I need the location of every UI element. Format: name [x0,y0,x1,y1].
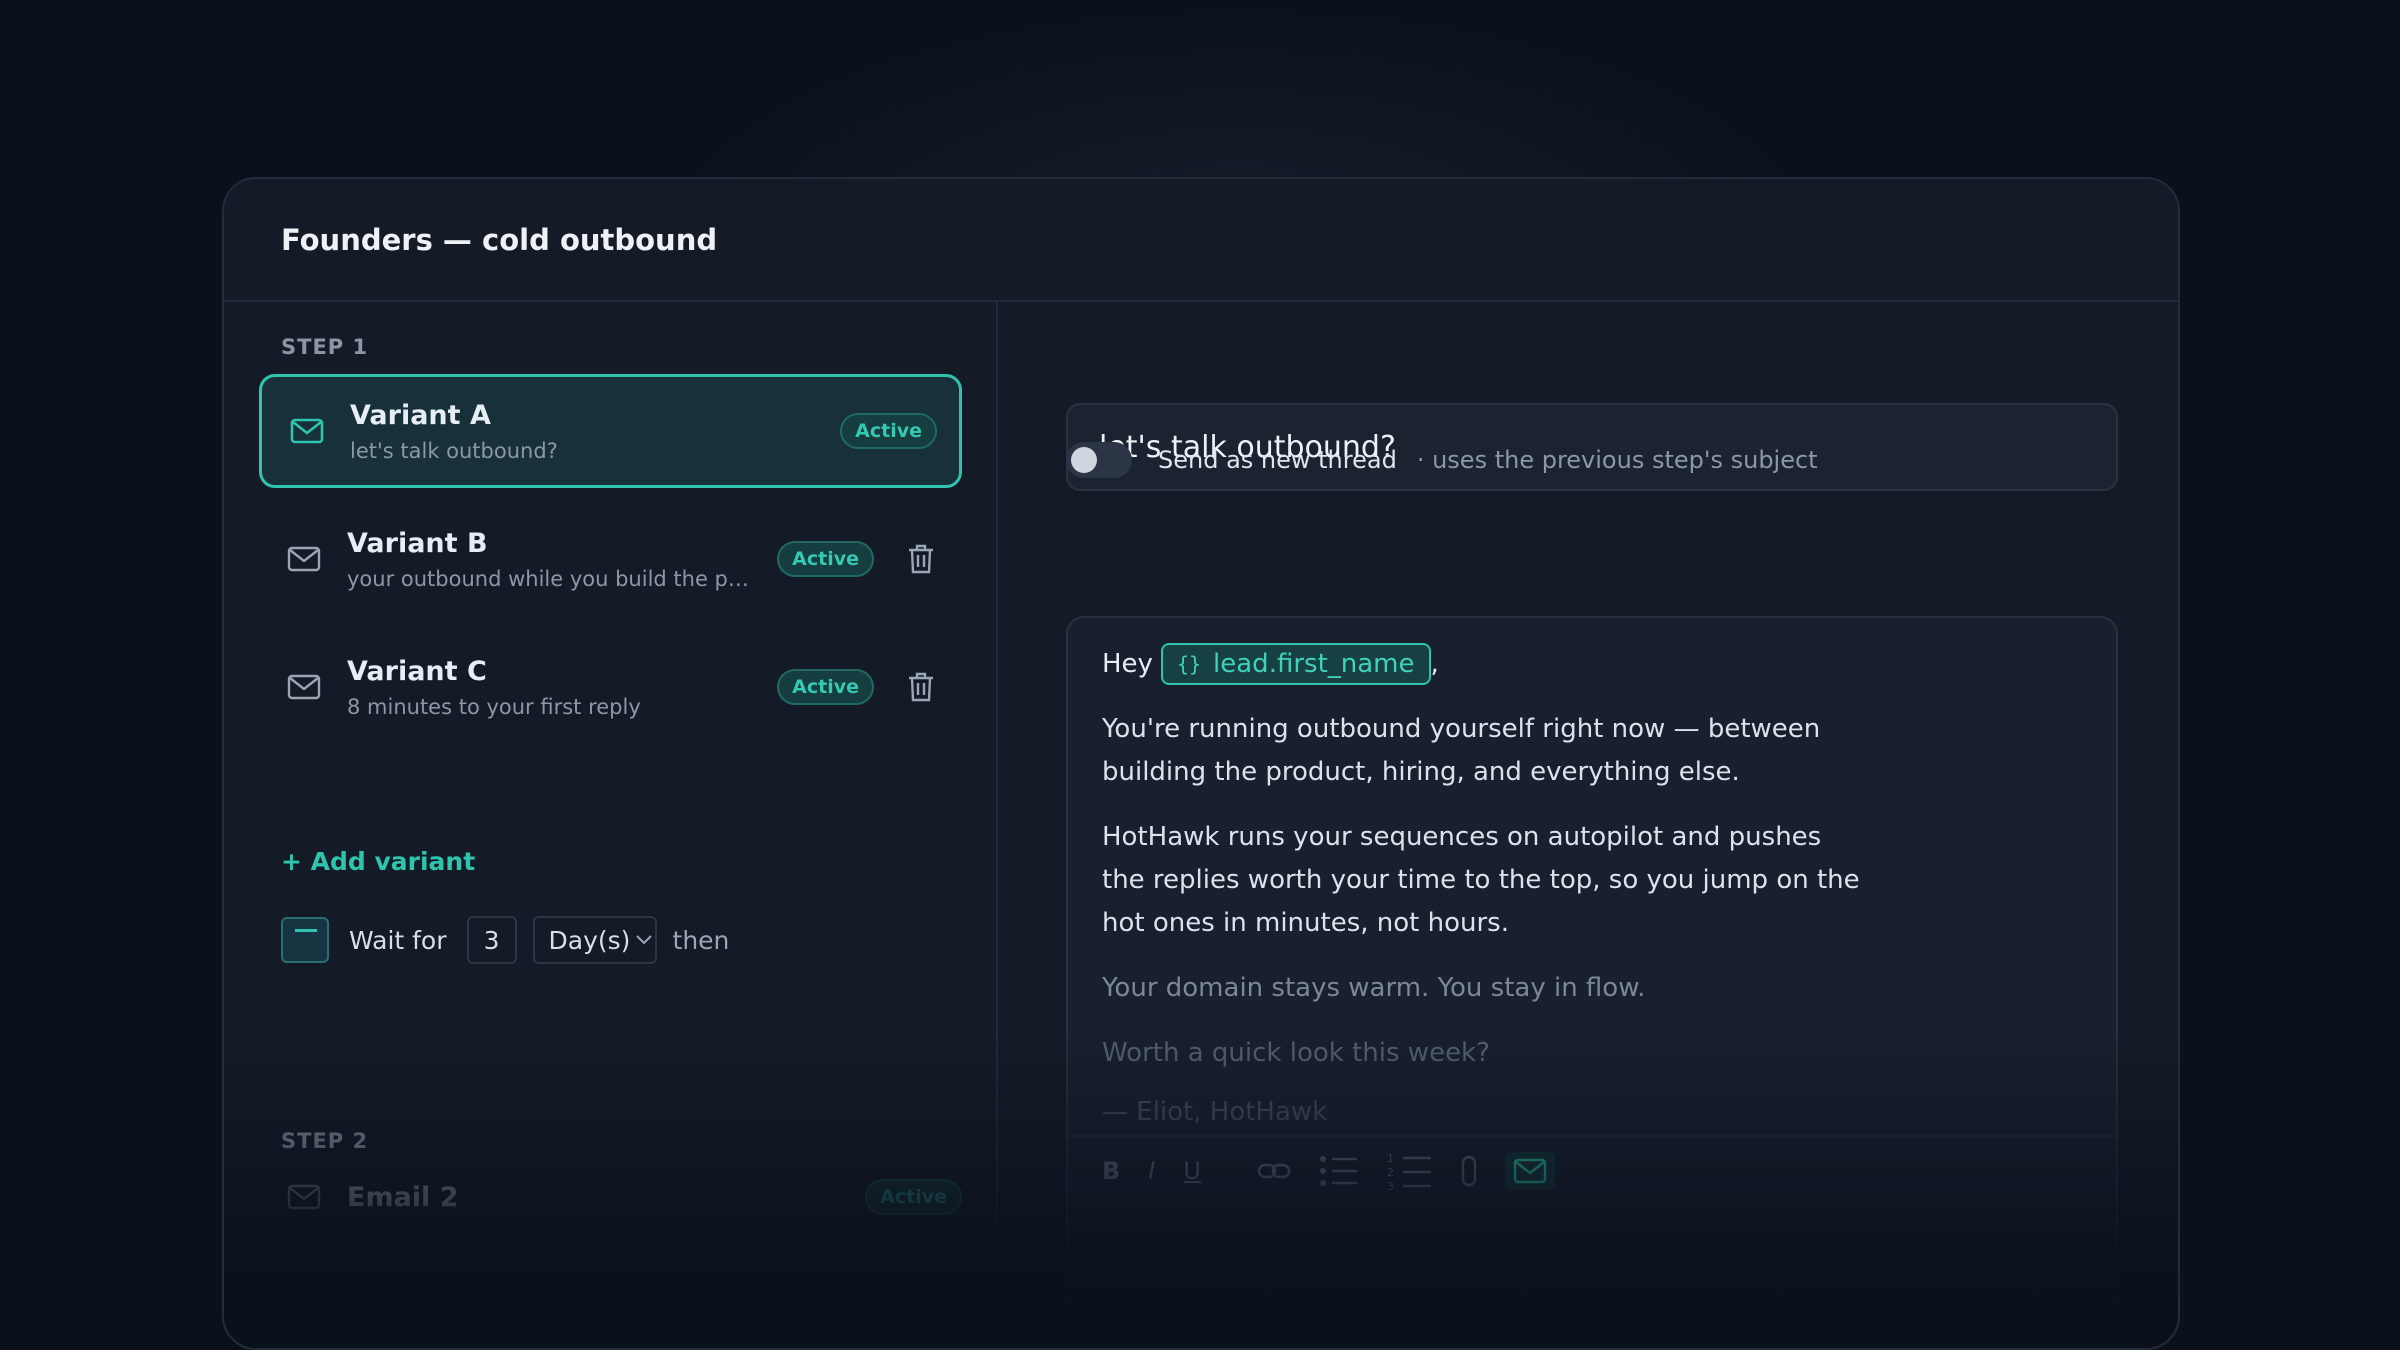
wait-label: Wait for [349,925,447,955]
body-paragraph: You're running outbound yourself right n… [1102,714,1821,787]
variant-subject: let's talk outbound? [350,438,558,463]
greeting-line: Hey {} lead.first_name , [1102,642,2082,686]
wait-suffix: then [672,925,730,955]
mail-icon [287,1184,321,1210]
wait-checkbox[interactable] [281,917,329,963]
wait-count-input[interactable]: 3 [466,916,517,964]
mail-icon [287,674,321,700]
sequence-card: Founders — cold outbound STEP 1 Variant … [222,177,2180,1350]
status-badge: Active [840,413,937,449]
signature: — Eliot, HotHawk [1102,1097,1328,1127]
underline-button[interactable]: U [1183,1157,1201,1185]
variable-chip[interactable]: {} lead.first_name [1160,643,1431,685]
variant-name: Variant B [347,527,488,559]
campaign-title: Founders — cold outbound [281,222,718,257]
bullet-list-icon[interactable] [1319,1154,1359,1188]
wait-row: Wait for 3 Day(s) then [281,916,729,964]
variant-c[interactable]: Variant C 8 minutes to your first reply … [259,630,962,744]
status-badge: Active [777,669,874,705]
trash-icon[interactable] [906,671,936,703]
chevron-down-icon [636,935,653,945]
format-toolbar: B I U 123 [1068,1135,2116,1205]
add-variant-button[interactable]: + Add variant [281,847,475,876]
variable-name: lead.first_name [1213,649,1415,679]
new-thread-hint: · uses the previous step's subject [1416,446,1818,474]
new-thread-toggle[interactable] [1066,442,1132,478]
italic-button[interactable]: I [1148,1157,1155,1185]
body-paragraph: Worth a quick look this week? [1102,1038,1490,1068]
braces-icon: {} [1176,652,1202,676]
wait-unit-value: Day(s) [548,925,631,955]
variant-subject: your outbound while you build the pro... [347,566,754,591]
variant-name: Variant A [350,399,491,431]
variant-subject: 8 minutes to your first reply [347,694,641,719]
numbered-list-icon[interactable]: 123 [1387,1151,1433,1191]
editor-panel: let's talk outbound? Send as new thread … [1000,302,2178,1348]
bold-button[interactable]: B [1102,1157,1120,1185]
step-1-label: STEP 1 [281,335,369,359]
step-2-label: STEP 2 [281,1129,369,1153]
email-name: Email 2 [347,1181,459,1213]
new-thread-label: Send as new thread [1158,446,1397,474]
mail-icon [290,418,324,444]
body-paragraph: HotHawk runs your sequences on autopilot… [1102,822,1860,938]
step-2-email[interactable]: Email 2 Active [287,1173,962,1221]
card-header: Founders — cold outbound [224,179,2178,302]
status-badge: Active [777,541,874,577]
svg-text:1: 1 [1387,1152,1394,1165]
new-thread-row: Send as new thread · uses the previous s… [1066,442,1818,478]
trash-icon[interactable] [906,543,936,575]
wait-unit-select[interactable]: Day(s) [532,916,657,964]
greeting-suffix: , [1430,649,1439,679]
variant-a[interactable]: Variant A let's talk outbound? Active [259,374,962,488]
variant-name: Variant C [347,655,487,687]
greeting-text: Hey [1102,649,1153,679]
attachment-icon[interactable] [1461,1155,1477,1187]
mail-icon [287,546,321,572]
body-paragraph: Your domain stays warm. You stay in flow… [1102,973,1646,1003]
status-badge: Active [865,1179,962,1215]
email-body-editor[interactable]: Hey {} lead.first_name , You're running … [1066,616,2118,1316]
svg-text:3: 3 [1387,1180,1394,1191]
send-test-icon[interactable] [1504,1152,1555,1190]
svg-text:2: 2 [1387,1166,1394,1179]
steps-panel: STEP 1 Variant A let's talk outbound? Ac… [224,302,998,1348]
link-icon[interactable] [1257,1162,1291,1180]
variant-b[interactable]: Variant B your outbound while you build … [259,502,962,616]
